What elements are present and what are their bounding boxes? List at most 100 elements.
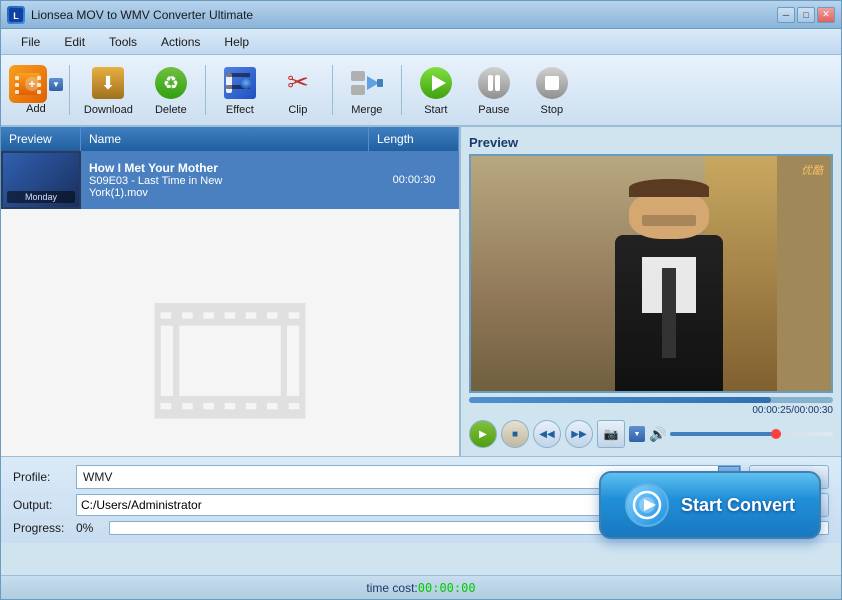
- start-label: Start: [424, 104, 447, 116]
- vc-rewind-button[interactable]: ◀◀: [533, 420, 561, 448]
- video-controls-row: ▶ ■ ◀◀ ▶▶ 📷 ▼ 🔊: [469, 420, 833, 448]
- stop-icon: [533, 64, 571, 102]
- effect-label: Effect: [226, 104, 254, 116]
- pause-button[interactable]: Pause: [466, 59, 522, 121]
- file-thumbnail: Monday: [1, 151, 81, 209]
- preview-pane: Preview: [461, 127, 841, 456]
- title-bar: L Lionsea MOV to WMV Converter Ultimate …: [1, 1, 841, 29]
- vc-dropdown-button[interactable]: ▼: [629, 426, 645, 442]
- time-cost-label: time cost:: [366, 581, 417, 595]
- add-icon: +: [9, 65, 47, 103]
- start-convert-icon: [625, 483, 669, 527]
- progress-value: 0%: [76, 521, 93, 535]
- svg-text:✂: ✂: [287, 67, 309, 97]
- merge-icon: [348, 64, 386, 102]
- menu-tools[interactable]: Tools: [97, 32, 149, 52]
- header-length: Length: [369, 127, 459, 151]
- progress-label: Progress:: [13, 521, 68, 535]
- empty-list-area: 🎞: [1, 209, 459, 456]
- vc-forward-button[interactable]: ▶▶: [565, 420, 593, 448]
- svg-text:⬇: ⬇: [101, 73, 116, 93]
- delete-label: Delete: [155, 104, 187, 116]
- file-length: 00:00:30: [369, 174, 459, 186]
- start-convert-button[interactable]: Start Convert: [599, 471, 821, 539]
- profile-label: Profile:: [13, 470, 68, 484]
- file-name-3: York(1).mov: [89, 187, 361, 199]
- start-convert-area: Start Convert: [599, 471, 821, 539]
- header-preview: Preview: [1, 127, 81, 151]
- svg-text:♻: ♻: [163, 73, 179, 93]
- video-progress-fill: [469, 397, 771, 403]
- menu-help[interactable]: Help: [212, 32, 261, 52]
- status-bar: time cost: 00:00:00: [1, 575, 841, 599]
- time-cost-value: 00:00:00: [418, 581, 476, 595]
- svg-text:+: +: [28, 77, 35, 91]
- file-item[interactable]: Monday How I Met Your Mother S09E03 - La…: [1, 151, 459, 209]
- vc-play-button[interactable]: ▶: [469, 420, 497, 448]
- add-label: Add: [26, 103, 46, 115]
- list-header: Preview Name Length: [1, 127, 459, 151]
- download-icon: ⬇: [89, 64, 127, 102]
- time-total: 00:00:30: [794, 405, 833, 416]
- merge-button[interactable]: Merge: [339, 59, 395, 121]
- video-progress-bar[interactable]: [469, 397, 833, 403]
- stop-label: Stop: [541, 104, 564, 116]
- add-dropdown-arrow[interactable]: ▼: [49, 78, 63, 91]
- menu-bar: File Edit Tools Actions Help: [1, 29, 841, 55]
- download-label: Download: [84, 104, 133, 116]
- minimize-button[interactable]: ─: [777, 7, 795, 23]
- svg-text:L: L: [13, 11, 19, 21]
- file-name-1: How I Met Your Mother: [89, 161, 361, 175]
- merge-label: Merge: [351, 104, 382, 116]
- toolbar-sep-1: [69, 65, 70, 115]
- film-thumb-image: Monday: [3, 153, 79, 207]
- toolbar-sep-4: [401, 65, 402, 115]
- delete-icon: ♻: [152, 64, 190, 102]
- toolbar-sep-3: [332, 65, 333, 115]
- app-icon: L: [7, 6, 25, 24]
- video-watermark: 优酷: [801, 162, 823, 178]
- main-content: Preview Name Length Monday How I Met You…: [1, 127, 841, 457]
- start-icon: [417, 64, 455, 102]
- output-label: Output:: [13, 498, 68, 512]
- volume-slider[interactable]: [670, 432, 833, 436]
- add-button-group[interactable]: + ▼ Add: [9, 59, 63, 121]
- stop-button[interactable]: Stop: [524, 59, 580, 121]
- start-convert-label: Start Convert: [681, 495, 795, 516]
- toolbar: + ▼ Add: [1, 55, 841, 127]
- file-name-2: S09E03 - Last Time in New: [89, 175, 361, 187]
- close-button[interactable]: ✕: [817, 7, 835, 23]
- video-screen: 优酷: [469, 154, 833, 393]
- effect-icon: [221, 64, 259, 102]
- file-info: How I Met Your Mother S09E03 - Last Time…: [81, 157, 369, 203]
- volume-knob: [771, 429, 781, 439]
- video-progress-row: 00:00:25/00:00:30: [469, 397, 833, 416]
- preview-label: Preview: [469, 135, 833, 150]
- pause-label: Pause: [478, 104, 509, 116]
- thumb-label: Monday: [7, 191, 75, 203]
- film-reel-watermark: 🎞: [128, 268, 331, 455]
- toolbar-sep-2: [205, 65, 206, 115]
- window-controls: ─ □ ✕: [777, 7, 835, 23]
- clip-icon: ✂: [279, 64, 317, 102]
- maximize-button[interactable]: □: [797, 7, 815, 23]
- menu-edit[interactable]: Edit: [52, 32, 97, 52]
- clip-button[interactable]: ✂ Clip: [270, 59, 326, 121]
- vc-volume-icon: 🔊: [649, 426, 666, 443]
- menu-file[interactable]: File: [9, 32, 52, 52]
- time-current: 00:00:25: [752, 405, 791, 416]
- file-list-pane: Preview Name Length Monday How I Met You…: [1, 127, 461, 456]
- vc-screenshot-button[interactable]: 📷: [597, 420, 625, 448]
- header-name: Name: [81, 127, 369, 151]
- effect-button[interactable]: Effect: [212, 59, 268, 121]
- volume-fill: [670, 432, 781, 436]
- app-title: Lionsea MOV to WMV Converter Ultimate: [31, 8, 777, 22]
- vc-stop-button[interactable]: ■: [501, 420, 529, 448]
- download-button[interactable]: ⬇ Download: [76, 59, 141, 121]
- clip-label: Clip: [288, 104, 307, 116]
- delete-button[interactable]: ♻ Delete: [143, 59, 199, 121]
- time-display: 00:00:25/00:00:30: [469, 405, 833, 416]
- start-button[interactable]: Start: [408, 59, 464, 121]
- pause-icon: [475, 64, 513, 102]
- menu-actions[interactable]: Actions: [149, 32, 212, 52]
